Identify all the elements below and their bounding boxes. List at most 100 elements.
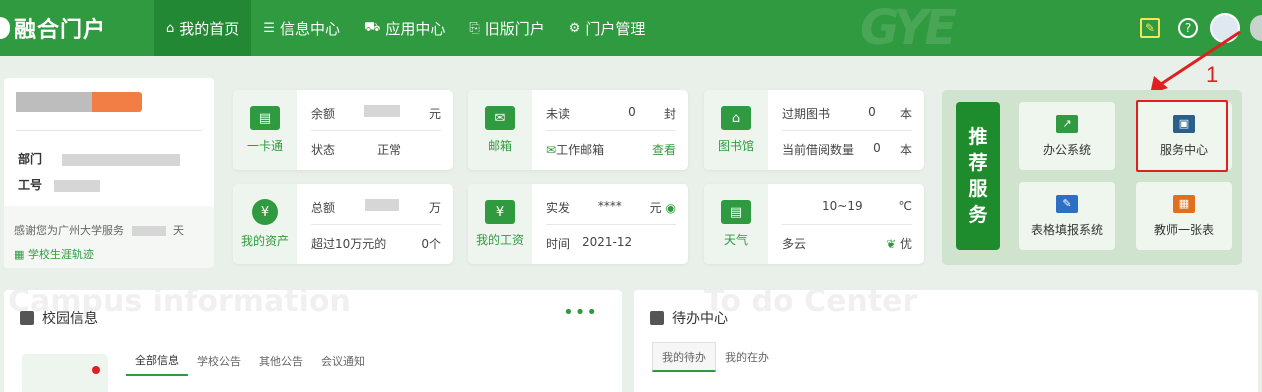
small-mail-icon: ✉ — [546, 143, 557, 157]
total-value-redacted — [365, 199, 399, 211]
borrow-label: 当前借阅数量 — [782, 143, 855, 157]
temperature-row: 10~19 ℃ — [782, 199, 912, 213]
recommended-services-banner: 推 荐 服 务 — [956, 102, 1000, 250]
temperature-unit: ℃ — [898, 199, 912, 213]
form-icon: ✎ — [1056, 194, 1078, 213]
net-pay-unit-group: 元 ◉ — [650, 199, 676, 216]
mail-icon: ✉ — [485, 106, 515, 130]
service-tile-office[interactable]: ↗ 办公系统 — [1019, 102, 1115, 170]
balance-label: 余额 — [311, 107, 336, 121]
service-tile-teacher-table[interactable]: ▦ 教师一张表 — [1136, 182, 1232, 250]
service-tile-form[interactable]: ✎ 表格填报系统 — [1019, 182, 1115, 250]
dept-row: 部门 — [18, 150, 181, 167]
card-divider — [782, 224, 912, 225]
card-assets-icon-box: ¥ 我的资产 — [233, 184, 297, 264]
logo[interactable]: 融合门户 — [0, 0, 154, 56]
library-icon: ⌂ — [721, 106, 751, 130]
card-weather[interactable]: ▤ 天气 10~19 ℃ 多云 ❦ 优 — [704, 184, 924, 264]
teacher-table-icon: ▦ — [1173, 194, 1195, 213]
borrow-value: 0 — [873, 141, 881, 155]
id-card-icon: ▤ — [250, 106, 280, 130]
more-options-icon[interactable]: ••• — [563, 302, 598, 323]
leaf-icon: ❦ — [886, 237, 897, 251]
nav-home[interactable]: ⌂ 我的首页 — [154, 0, 252, 56]
tab-meeting-notice[interactable]: 会议通知 — [312, 346, 374, 376]
card-mail[interactable]: ✉ 邮箱 未读 0 封 ✉工作邮箱 查看 — [468, 90, 688, 170]
tab-my-todo[interactable]: 我的待办 — [652, 342, 716, 372]
career-link[interactable]: ▦ 学校生涯轨迹 — [14, 246, 94, 262]
campus-info-section: Campus information 校园信息 ••• 全部信息 学校公告 其他… — [4, 290, 622, 392]
tab-my-in-progress[interactable]: 我的在办 — [716, 342, 778, 372]
home-icon: ⌂ — [166, 20, 175, 36]
salary-icon: ¥ — [485, 200, 515, 224]
tab-school-notice[interactable]: 学校公告 — [188, 346, 250, 376]
card-library-icon-box: ⌂ 图书馆 — [704, 90, 768, 170]
card-divider — [311, 224, 441, 225]
card-mail-icon-box: ✉ 邮箱 — [468, 90, 532, 170]
cart-icon: ⛟ — [363, 19, 381, 35]
banner-char: 荐 — [968, 152, 988, 174]
nav-portal-admin[interactable]: ⚙ 门户管理 — [557, 0, 658, 56]
news-icon — [20, 311, 34, 325]
total-unit: 万 — [428, 201, 441, 215]
todo-center-title-text: 待办中心 — [672, 311, 728, 327]
card-divider — [782, 130, 912, 131]
user-role-redacted — [92, 92, 142, 112]
balance-value-redacted — [364, 105, 400, 117]
work-mail-text: 工作邮箱 — [556, 143, 605, 157]
card-campus-card[interactable]: ▤ 一卡通 余额 元 状态 正常 — [233, 90, 453, 170]
tab-all-info[interactable]: 全部信息 — [126, 346, 188, 376]
card-salary[interactable]: ¥ 我的工资 实发 **** 元 ◉ 时间 2021-12 — [468, 184, 688, 264]
user-menu-toggle[interactable] — [1250, 15, 1262, 41]
air-quality-value: 优 — [899, 237, 912, 251]
card-assets[interactable]: ¥ 我的资产 总额 万 超过10万元的 0个 — [233, 184, 453, 264]
eye-icon[interactable]: ◉ — [666, 201, 676, 215]
service-days-redacted — [131, 226, 166, 236]
unread-unit: 封 — [663, 107, 676, 121]
view-mail-link[interactable]: 查看 — [652, 141, 676, 158]
todo-center-title: 待办中心 — [650, 308, 728, 328]
tab-other-notice[interactable]: 其他公告 — [250, 346, 312, 376]
header-decoration: GYE — [860, 0, 957, 56]
pay-date-value: 2021-12 — [582, 235, 633, 249]
profile-divider — [16, 130, 202, 131]
temperature-value: 10~19 — [822, 199, 863, 213]
over-100k-value: 0个 — [421, 237, 441, 251]
nav-info-center[interactable]: ☰ 信息中心 — [251, 0, 352, 56]
air-quality: ❦ 优 — [886, 235, 912, 252]
list-icon: ☰ — [263, 20, 275, 36]
total-row: 总额 万 — [311, 199, 441, 216]
banner-char: 推 — [968, 126, 988, 148]
todo-icon — [650, 311, 664, 325]
top-navbar: GYE 融合门户 ⌂ 我的首页 ☰ 信息中心 ⛟ 应用中心 ⎘ 旧版门户 ⚙ 门… — [0, 0, 1262, 56]
net-pay-label: 实发 — [546, 201, 571, 215]
borrow-row: 当前借阅数量 0 本 — [782, 141, 912, 158]
total-label: 总额 — [311, 201, 336, 215]
nav-app-center[interactable]: ⛟ 应用中心 — [352, 0, 457, 56]
dept-value-redacted — [62, 153, 181, 166]
nav-portal-admin-label: 门户管理 — [585, 19, 646, 38]
net-pay-value: **** — [597, 199, 622, 213]
service-days: 感谢您为广州大学服务 天 — [14, 222, 184, 238]
portal-icon: ⎘ — [469, 20, 480, 36]
campus-info-title-text: 校园信息 — [42, 311, 98, 327]
card-weather-label: 天气 — [723, 233, 748, 247]
over-100k-label: 超过10万元的 — [311, 237, 387, 251]
status-row: 状态 正常 — [311, 141, 441, 158]
net-pay-row: 实发 **** 元 ◉ — [546, 199, 676, 216]
annotation-highlight-box — [1136, 100, 1228, 172]
service-tile-office-label: 办公系统 — [1042, 142, 1091, 157]
profile-footer: 感谢您为广州大学服务 天 ▦ 学校生涯轨迹 — [4, 206, 214, 268]
balance-unit: 元 — [428, 107, 441, 121]
nav-old-portal[interactable]: ⎘ 旧版门户 — [457, 0, 556, 56]
card-library[interactable]: ⌂ 图书馆 过期图书 0 本 当前借阅数量 0 本 — [704, 90, 924, 170]
id-label: 工号 — [18, 178, 43, 192]
assets-icon: ¥ — [252, 199, 278, 225]
banner-char: 务 — [968, 204, 988, 226]
pay-date-label: 时间 — [546, 237, 571, 251]
banner-char: 服 — [968, 178, 988, 200]
logo-text: 融合门户 — [14, 18, 107, 43]
card-assets-label: 我的资产 — [240, 234, 289, 248]
status-value: 正常 — [376, 143, 401, 157]
card-divider — [311, 130, 441, 131]
